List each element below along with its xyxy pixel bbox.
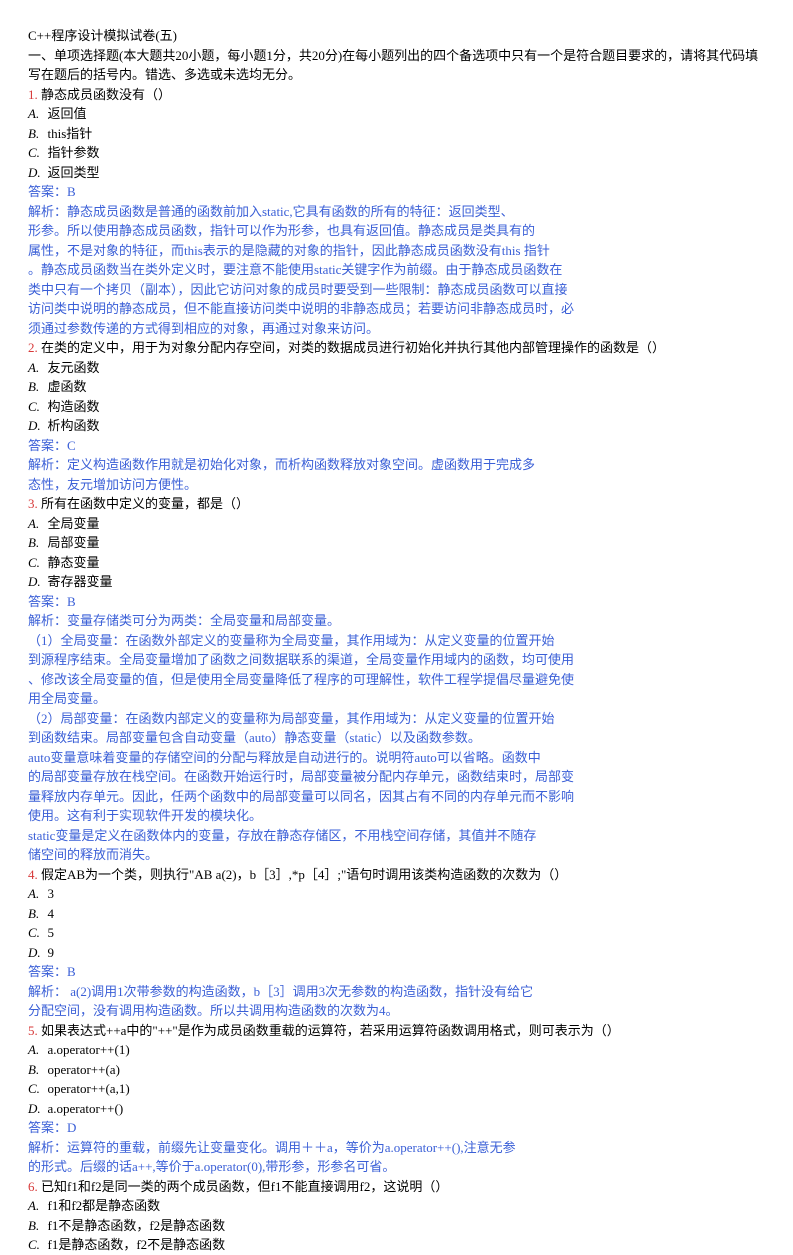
question-3: 3. 所有在函数中定义的变量，都是（）	[28, 494, 765, 514]
q5-text: 如果表达式++a中的"++"是作为成员函数重载的运算符，若采用运算符函数调用格式…	[41, 1023, 620, 1038]
q6-option-c: C.f1是静态函数，f2不是静态函数	[28, 1235, 765, 1255]
q3-answer: 答案：B	[28, 592, 765, 612]
q4-explain-line: 分配空间，没有调用构造函数。所以共调用构造函数的次数为4。	[28, 1001, 765, 1021]
q3-explain-line: auto变量意味着变量的存储空间的分配与释放是自动进行的。说明符auto可以省略…	[28, 748, 765, 768]
q3-number: 3.	[28, 496, 38, 511]
q1-option-d: D.返回类型	[28, 163, 765, 183]
q1-option-b: B.this指针	[28, 124, 765, 144]
q1-explain-line: 须通过参数传递的方式得到相应的对象，再通过对象来访问。	[28, 319, 765, 339]
q3-explain-line: 、修改该全局变量的值，但是使用全局变量降低了程序的可理解性，软件工程学提倡尽量避…	[28, 670, 765, 690]
q3-explain-line: （1）全局变量：在函数外部定义的变量称为全局变量，其作用域为：从定义变量的位置开…	[28, 631, 765, 651]
q4-answer: 答案：B	[28, 962, 765, 982]
q1-answer: 答案：B	[28, 182, 765, 202]
q2-text: 在类的定义中，用于为对象分配内存空间，对类的数据成员进行初始化并执行其他内部管理…	[41, 340, 665, 355]
q4-number: 4.	[28, 867, 38, 882]
question-4: 4. 假定AB为一个类，则执行"AB a(2)，b［3］,*p［4］;"语句时调…	[28, 865, 765, 885]
q5-option-c: C.operator++(a,1)	[28, 1079, 765, 1099]
q3-explain-line: static变量是定义在函数体内的变量，存放在静态存储区，不用栈空间存储，其值并…	[28, 826, 765, 846]
q5-number: 5.	[28, 1023, 38, 1038]
q1-explain-line: 。静态成员函数当在类外定义时，要注意不能使用static关键字作为前缀。由于静态…	[28, 260, 765, 280]
q3-explain-line: 到函数结束。局部变量包含自动变量（auto）静态变量（static）以及函数参数…	[28, 728, 765, 748]
q1-text: 静态成员函数没有（）	[41, 87, 171, 102]
q3-explain-line: 量释放内存单元。因此，任两个函数中的局部变量可以同名，因其占有不同的内存单元而不…	[28, 787, 765, 807]
q5-option-d: D.a.operator++()	[28, 1099, 765, 1119]
q4-text: 假定AB为一个类，则执行"AB a(2)，b［3］,*p［4］;"语句时调用该类…	[41, 867, 567, 882]
q2-option-a: A.友元函数	[28, 358, 765, 378]
q2-option-d: D.析构函数	[28, 416, 765, 436]
q1-option-c: C.指针参数	[28, 143, 765, 163]
q1-explain-line: 形参。所以使用静态成员函数，指针可以作为形参，也具有返回值。静态成员是类具有的	[28, 221, 765, 241]
q3-explain-line: 储空间的释放而消失。	[28, 845, 765, 865]
q4-explain-line: 解析： a(2)调用1次带参数的构造函数，b［3］调用3次无参数的构造函数，指针…	[28, 982, 765, 1002]
q3-explain-line: 到源程序结束。全局变量增加了函数之间数据联系的渠道，全局变量作用域内的函数，均可…	[28, 650, 765, 670]
q4-option-d: D.9	[28, 943, 765, 963]
q1-option-a: A.返回值	[28, 104, 765, 124]
q2-explain-line: 态性，友元增加访问方便性。	[28, 475, 765, 495]
q3-explain-line: 用全局变量。	[28, 689, 765, 709]
q5-explain-line: 的形式。后缀的话a++,等价于a.operator(0),带形参，形参名可省。	[28, 1157, 765, 1177]
section-header: 一、单项选择题(本大题共20小题，每小题1分，共20分)在每小题列出的四个备选项…	[28, 46, 765, 85]
q3-option-c: C.静态变量	[28, 553, 765, 573]
q2-option-c: C.构造函数	[28, 397, 765, 417]
q3-explain-line: 使用。这有利于实现软件开发的模块化。	[28, 806, 765, 826]
q3-explain-line: 的局部变量存放在栈空间。在函数开始运行时，局部变量被分配内存单元，函数结束时，局…	[28, 767, 765, 787]
question-1: 1. 静态成员函数没有（）	[28, 85, 765, 105]
document-title: C++程序设计模拟试卷(五)	[28, 26, 765, 46]
q4-option-b: B.4	[28, 904, 765, 924]
q2-option-b: B.虚函数	[28, 377, 765, 397]
q3-option-b: B.局部变量	[28, 533, 765, 553]
q5-explain-line: 解析：运算符的重载，前缀先让变量变化。调用＋＋a，等价为a.operator++…	[28, 1138, 765, 1158]
q2-explain-line: 解析：定义构造函数作用就是初始化对象，而析构函数释放对象空间。虚函数用于完成多	[28, 455, 765, 475]
q6-text: 已知f1和f2是同一类的两个成员函数，但f1不能直接调用f2，这说明（）	[41, 1179, 448, 1194]
q3-option-a: A.全局变量	[28, 514, 765, 534]
q3-explain-line: 解析：变量存储类可分为两类：全局变量和局部变量。	[28, 611, 765, 631]
question-5: 5. 如果表达式++a中的"++"是作为成员函数重载的运算符，若采用运算符函数调…	[28, 1021, 765, 1041]
q5-answer: 答案：D	[28, 1118, 765, 1138]
q1-explain-line: 类中只有一个拷贝（副本），因此它访问对象的成员时要受到一些限制：静态成员函数可以…	[28, 280, 765, 300]
q3-explain-line: （2）局部变量：在函数内部定义的变量称为局部变量，其作用域为：从定义变量的位置开…	[28, 709, 765, 729]
q1-explain-line: 解析：静态成员函数是普通的函数前加入static,它具有函数的所有的特征：返回类…	[28, 202, 765, 222]
q4-option-a: A.3	[28, 884, 765, 904]
question-6: 6. 已知f1和f2是同一类的两个成员函数，但f1不能直接调用f2，这说明（）	[28, 1177, 765, 1197]
q2-answer: 答案：C	[28, 436, 765, 456]
q3-text: 所有在函数中定义的变量，都是（）	[41, 496, 249, 511]
q5-option-b: B.operator++(a)	[28, 1060, 765, 1080]
question-2: 2. 在类的定义中，用于为对象分配内存空间，对类的数据成员进行初始化并执行其他内…	[28, 338, 765, 358]
q1-explain-line: 访问类中说明的静态成员，但不能直接访问类中说明的非静态成员；若要访问非静态成员时…	[28, 299, 765, 319]
q6-number: 6.	[28, 1179, 38, 1194]
q3-option-d: D.寄存器变量	[28, 572, 765, 592]
q1-number: 1.	[28, 87, 38, 102]
q1-explain-line: 属性，不是对象的特征，而this表示的是隐藏的对象的指针，因此静态成员函数没有t…	[28, 241, 765, 261]
q4-option-c: C.5	[28, 923, 765, 943]
q5-option-a: A.a.operator++(1)	[28, 1040, 765, 1060]
q6-option-a: A.f1和f2都是静态函数	[28, 1196, 765, 1216]
q6-option-b: B.f1不是静态函数，f2是静态函数	[28, 1216, 765, 1236]
q2-number: 2.	[28, 340, 38, 355]
